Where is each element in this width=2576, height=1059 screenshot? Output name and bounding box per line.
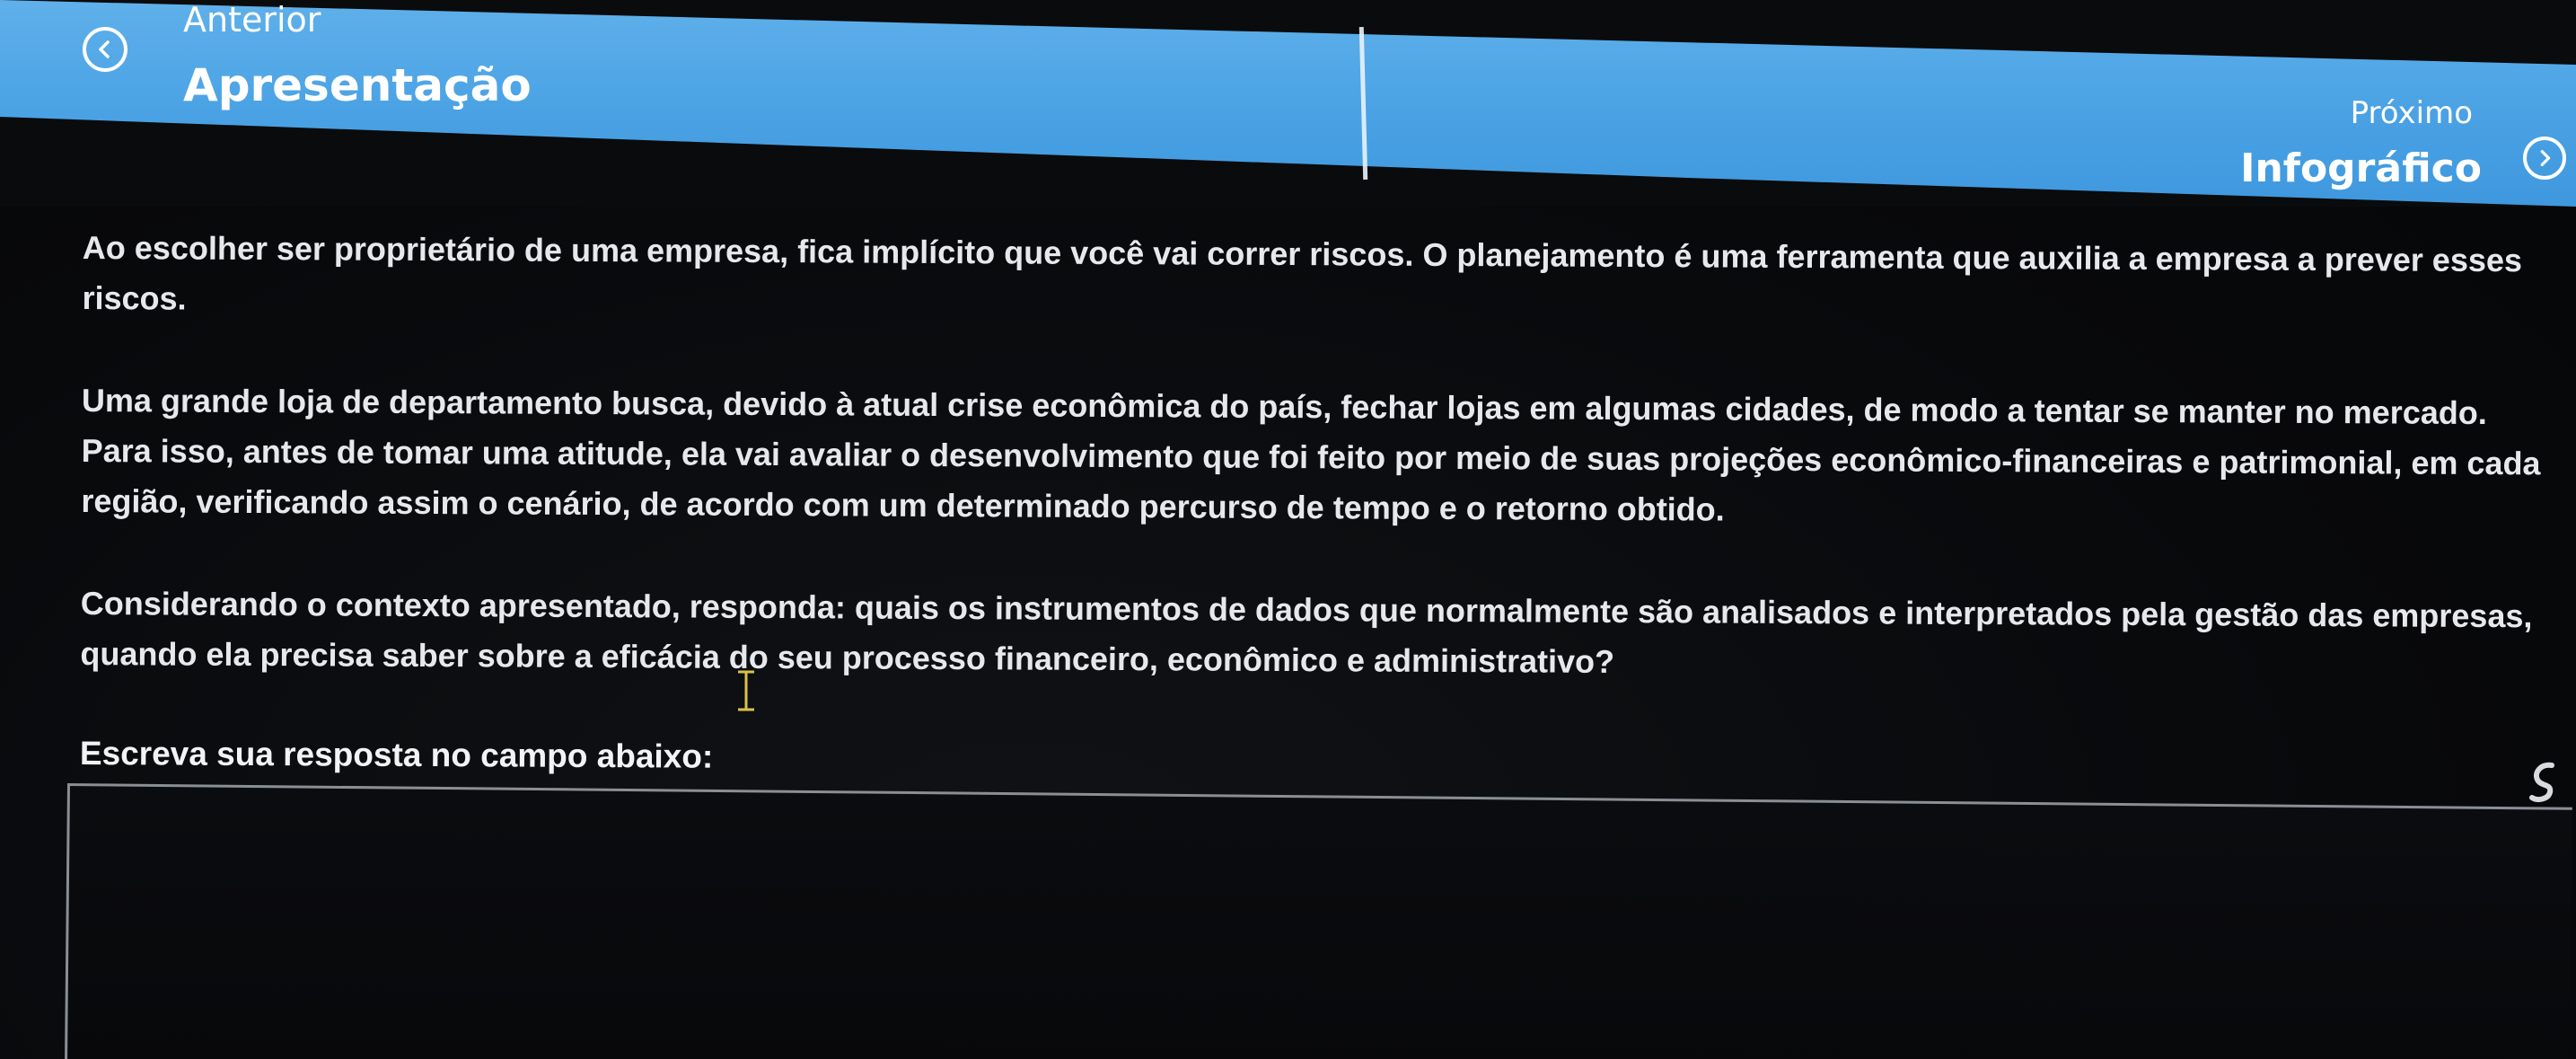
previous-section-title[interactable]: Apresentação	[183, 59, 532, 111]
answer-textarea[interactable]	[64, 783, 2572, 1059]
assistant-icon[interactable]	[2525, 760, 2561, 805]
chevron-right-circle-icon[interactable]	[2523, 137, 2566, 180]
question-paragraph: Considerando o contexto apresentado, res…	[80, 584, 2533, 680]
previous-label: Anterior	[183, 0, 321, 40]
navigation-bar: Anterior Apresentação Próximo Infográfic…	[0, 0, 2576, 207]
text-cursor-icon	[738, 670, 754, 711]
next-section-title[interactable]: Infográfico	[2240, 146, 2482, 191]
answer-field-label: Escreva sua resposta no campo abaixo:	[79, 734, 714, 775]
context-paragraph: Uma grande loja de departamento busca, d…	[81, 381, 2541, 528]
next-label: Próximo	[2350, 95, 2473, 131]
next-section-link[interactable]: Próximo Infográfico	[2240, 90, 2576, 198]
chevron-left-circle-icon[interactable]	[83, 27, 127, 72]
page: Anterior Apresentação Próximo Infográfic…	[0, 0, 2576, 1059]
previous-section-link[interactable]: Anterior Apresentação	[72, 0, 539, 126]
question-content: Ao escolher ser proprietário de uma empr…	[80, 223, 2552, 775]
intro-paragraph: Ao escolher ser proprietário de uma empr…	[82, 228, 2523, 317]
